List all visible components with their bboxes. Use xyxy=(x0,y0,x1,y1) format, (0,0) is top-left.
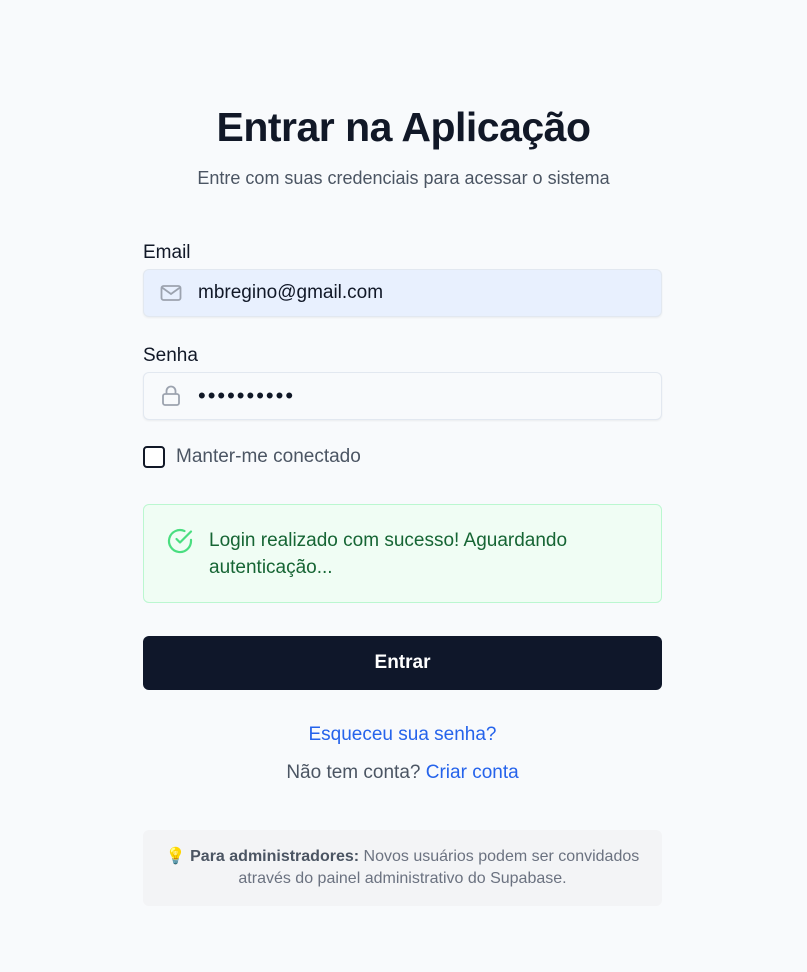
email-field[interactable] xyxy=(143,269,662,317)
create-account-link[interactable]: Criar conta xyxy=(426,762,519,783)
remember-checkbox[interactable] xyxy=(143,446,165,468)
remember-label: Manter-me conectado xyxy=(176,446,361,467)
remember-me[interactable]: Manter-me conectado xyxy=(143,444,662,470)
page-subtitle: Entre com suas credenciais para acessar … xyxy=(197,168,610,188)
email-input[interactable] xyxy=(198,270,661,316)
login-form: Email Senha Manter-me conecta xyxy=(143,240,662,906)
mail-icon xyxy=(144,284,198,302)
password-field[interactable] xyxy=(143,372,662,420)
lock-icon xyxy=(144,385,198,407)
admin-note: 💡 Para administradores: Novos usuários p… xyxy=(143,830,662,906)
password-label: Senha xyxy=(143,345,198,366)
alert-message: Login realizado com sucesso! Aguardando … xyxy=(209,530,568,578)
lightbulb-icon: 💡 xyxy=(165,848,186,865)
check-circle-icon xyxy=(166,527,194,560)
signup-prompt: Não tem conta? xyxy=(286,762,421,783)
submit-button[interactable]: Entrar xyxy=(143,636,662,690)
login-page: Entrar na Aplicação Entre com suas crede… xyxy=(0,0,807,972)
note-bold: Para administradores: xyxy=(190,848,360,865)
password-input[interactable] xyxy=(198,373,661,419)
page-title: Entrar na Aplicação xyxy=(216,104,591,150)
success-alert: Login realizado com sucesso! Aguardando … xyxy=(143,504,662,603)
email-label: Email xyxy=(143,242,191,263)
forgot-password-link[interactable]: Esqueceu sua senha? xyxy=(143,724,662,748)
signup-row: Não tem conta? Criar conta xyxy=(143,762,662,786)
